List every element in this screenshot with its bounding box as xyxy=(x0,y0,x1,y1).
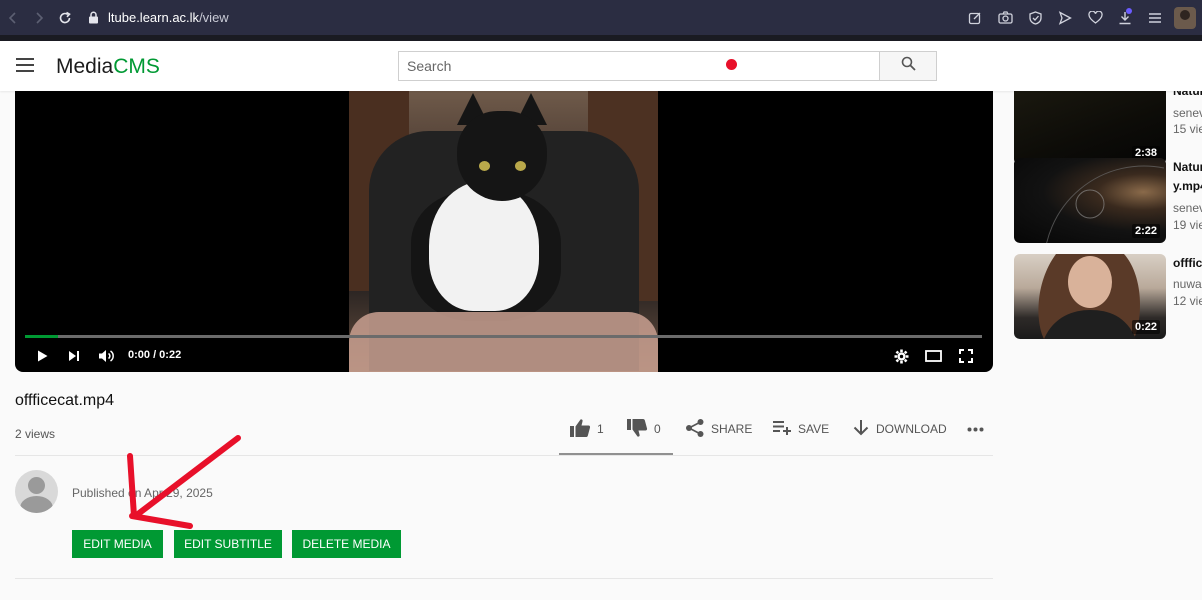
search-button[interactable] xyxy=(879,51,937,81)
related-video-title-line2[interactable]: y.mp4 xyxy=(1173,179,1202,193)
recording-indicator xyxy=(726,59,737,70)
more-options-icon[interactable] xyxy=(967,416,984,442)
dislike-button[interactable]: 0 xyxy=(626,416,661,442)
related-video-title[interactable]: Natur xyxy=(1173,160,1202,174)
back-icon[interactable] xyxy=(0,0,26,35)
settings-gear-icon[interactable] xyxy=(893,345,909,367)
download-arrow-icon xyxy=(852,419,870,440)
theater-mode-icon[interactable] xyxy=(924,345,942,367)
dislike-count: 0 xyxy=(654,422,661,436)
download-label: DOWNLOAD xyxy=(876,422,947,436)
download-icon[interactable] xyxy=(1110,0,1140,35)
search-input[interactable] xyxy=(398,51,880,81)
related-video-author[interactable]: senev xyxy=(1173,106,1202,120)
related-video-views: 19 vie xyxy=(1173,218,1202,232)
app-header: MediaCMS xyxy=(0,41,1202,91)
profile-avatar[interactable] xyxy=(1174,6,1196,29)
playlist-add-icon xyxy=(772,420,792,439)
save-button[interactable]: SAVE xyxy=(772,416,829,442)
send-icon[interactable] xyxy=(1050,0,1080,35)
like-button[interactable]: 1 xyxy=(569,416,604,442)
like-count: 1 xyxy=(597,422,604,436)
uploader-avatar[interactable] xyxy=(15,470,58,513)
browser-toolbar: ltube.learn.ac.lk/view xyxy=(0,0,1202,35)
related-video-item[interactable]: 2:38 Natur senev 15 vie xyxy=(1014,80,1202,165)
share-label: SHARE xyxy=(711,422,753,436)
video-duration: 2:22 xyxy=(1131,224,1160,238)
fullscreen-icon[interactable] xyxy=(958,345,974,367)
share-button[interactable]: SHARE xyxy=(685,416,752,442)
camera-icon[interactable] xyxy=(990,0,1020,35)
related-video-views: 15 vie xyxy=(1173,122,1202,136)
video-progress-fill xyxy=(25,335,59,338)
related-video-author[interactable]: nuwa xyxy=(1173,277,1202,291)
forward-icon[interactable] xyxy=(26,0,52,35)
share-icon xyxy=(685,418,705,441)
play-icon[interactable] xyxy=(35,345,49,367)
save-label: SAVE xyxy=(798,422,830,436)
video-thumbnail[interactable]: 2:22 xyxy=(1014,158,1166,243)
video-duration: 0:22 xyxy=(1131,320,1160,334)
video-progress-bar[interactable] xyxy=(25,335,982,338)
annotation-arrow xyxy=(127,435,241,529)
player-controls: 0:00 / 0:22 xyxy=(15,343,993,369)
section-divider-bottom xyxy=(15,578,993,579)
shield-icon[interactable] xyxy=(1020,0,1050,35)
thumbs-up-icon xyxy=(569,418,591,441)
edit-icon[interactable] xyxy=(960,0,990,35)
lock-icon xyxy=(88,11,99,24)
search-icon xyxy=(901,56,916,76)
video-thumbnail[interactable]: 2:38 xyxy=(1014,80,1166,165)
related-video-item[interactable]: 0:22 offfic nuwa 12 vie xyxy=(1014,254,1202,339)
delete-media-button[interactable]: DELETE MEDIA xyxy=(292,530,401,558)
thumbs-down-icon xyxy=(626,418,648,441)
download-button[interactable]: DOWNLOAD xyxy=(852,416,947,442)
related-video-author[interactable]: senev xyxy=(1173,201,1202,215)
video-thumbnail[interactable]: 0:22 xyxy=(1014,254,1166,339)
related-video-views: 12 vie xyxy=(1173,294,1202,308)
mediacms-logo[interactable]: MediaCMS xyxy=(56,55,160,79)
reload-icon[interactable] xyxy=(52,0,78,35)
related-video-item[interactable]: 2:22 Natur y.mp4 senev 19 vie xyxy=(1014,158,1202,243)
related-video-title[interactable]: offfic xyxy=(1173,256,1202,270)
video-player[interactable]: 0:00 / 0:22 xyxy=(15,91,993,372)
hamburger-menu-icon[interactable] xyxy=(16,58,34,72)
address-bar[interactable]: ltube.learn.ac.lk/view xyxy=(88,0,229,35)
video-frame xyxy=(349,91,658,372)
next-icon[interactable] xyxy=(67,345,81,367)
video-time: 0:00 / 0:22 xyxy=(128,349,182,361)
heart-icon[interactable] xyxy=(1080,0,1110,35)
media-title: offficecat.mp4 xyxy=(15,392,115,409)
menu-lines-icon[interactable] xyxy=(1140,0,1170,35)
volume-icon[interactable] xyxy=(97,345,117,367)
url-text: ltube.learn.ac.lk/view xyxy=(108,10,229,25)
view-count: 2 views xyxy=(15,427,56,441)
